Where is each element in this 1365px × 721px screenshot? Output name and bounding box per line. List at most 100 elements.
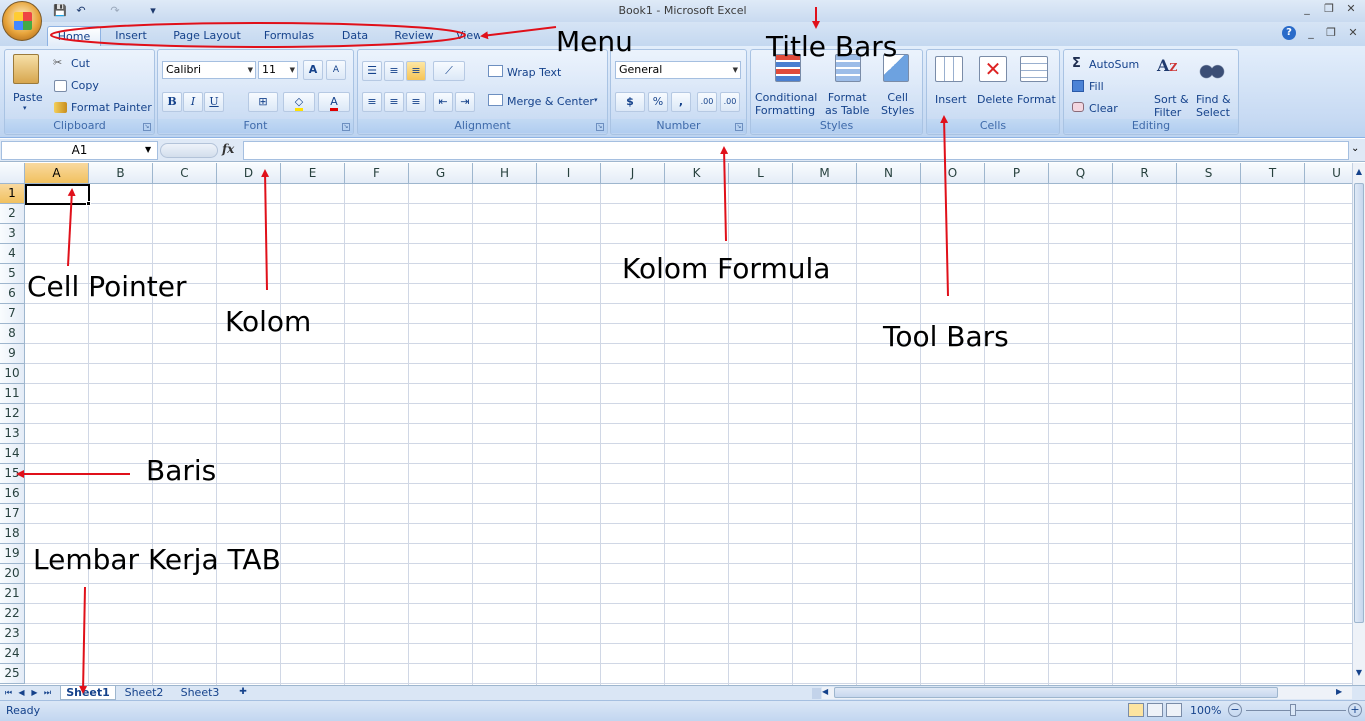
wrap-text-button[interactable]: Wrap Text xyxy=(507,66,561,79)
font-family-select[interactable]: Calibri ▼ xyxy=(162,61,256,79)
insert-function-icon[interactable]: fx xyxy=(222,142,234,156)
align-left-icon[interactable]: ≡ xyxy=(362,92,382,112)
row-header[interactable]: 10 xyxy=(0,364,25,384)
row-header[interactable]: 19 xyxy=(0,544,25,564)
office-button[interactable] xyxy=(2,1,42,41)
zoom-slider-thumb[interactable] xyxy=(1290,704,1296,716)
alignment-launcher-icon[interactable]: ↘ xyxy=(596,123,604,131)
undo-icon[interactable]: ↶ xyxy=(73,3,89,18)
tab-review[interactable]: Review xyxy=(390,26,438,46)
row-header[interactable]: 5 xyxy=(0,264,25,284)
row-header[interactable]: 8 xyxy=(0,324,25,344)
decrease-indent-icon[interactable]: ⇤ xyxy=(433,92,453,112)
formula-input[interactable] xyxy=(243,141,1349,160)
column-header[interactable]: I xyxy=(537,163,601,184)
row-header[interactable]: 13 xyxy=(0,424,25,444)
expand-formula-icon[interactable]: ⌄ xyxy=(1351,143,1359,154)
prev-sheet-icon[interactable]: ◀ xyxy=(16,687,27,699)
clipboard-launcher-icon[interactable]: ↘ xyxy=(143,123,151,131)
row-header[interactable]: 24 xyxy=(0,644,25,664)
close-window-button[interactable]: ✕ xyxy=(1340,2,1362,18)
sheet-tab-sheet1[interactable]: Sheet1 xyxy=(60,686,116,700)
row-header[interactable]: 14 xyxy=(0,444,25,464)
tab-home[interactable]: Home xyxy=(47,26,101,46)
conditional-formatting-button[interactable]: Conditional Formatting xyxy=(755,91,817,117)
vertical-scrollbar[interactable]: ▲ ▼ xyxy=(1352,163,1365,685)
select-all-button[interactable] xyxy=(0,163,25,184)
format-painter-button[interactable]: Format Painter xyxy=(71,101,152,114)
column-header[interactable]: U xyxy=(1305,163,1352,184)
column-header[interactable]: S xyxy=(1177,163,1241,184)
vertical-scroll-thumb[interactable] xyxy=(1354,183,1364,623)
font-size-select[interactable]: 11 ▼ xyxy=(258,61,298,79)
horizontal-scrollbar[interactable]: ◀ ▶ xyxy=(822,687,1352,699)
close-workbook-button[interactable]: ✕ xyxy=(1342,26,1364,42)
increase-indent-icon[interactable]: ⇥ xyxy=(455,92,475,112)
page-layout-view-icon[interactable] xyxy=(1147,703,1163,717)
column-header[interactable]: L xyxy=(729,163,793,184)
comma-button[interactable]: , xyxy=(671,92,691,112)
formula-bar-grip[interactable] xyxy=(160,143,218,158)
minimize-workbook-button[interactable]: _ xyxy=(1300,26,1322,42)
row-header[interactable]: 1 xyxy=(0,184,25,204)
minimize-window-button[interactable]: _ xyxy=(1296,2,1318,18)
row-header[interactable]: 3 xyxy=(0,224,25,244)
row-header[interactable]: 11 xyxy=(0,384,25,404)
bottom-align-icon[interactable]: ≡ xyxy=(406,61,426,81)
underline-button[interactable]: U xyxy=(204,92,224,112)
column-header[interactable]: H xyxy=(473,163,537,184)
column-header[interactable]: M xyxy=(793,163,857,184)
row-header[interactable]: 22 xyxy=(0,604,25,624)
align-center-icon[interactable]: ≡ xyxy=(384,92,404,112)
fill-handle[interactable] xyxy=(86,201,91,206)
tab-page-layout[interactable]: Page Layout xyxy=(170,26,244,46)
tab-formulas[interactable]: Formulas xyxy=(260,26,318,46)
paste-button[interactable]: Paste xyxy=(13,91,43,104)
currency-button[interactable]: $ xyxy=(615,92,645,112)
sheet-tab-sheet3[interactable]: Sheet3 xyxy=(174,686,226,700)
column-header[interactable]: B xyxy=(89,163,153,184)
tab-split-handle[interactable] xyxy=(812,688,821,699)
delete-cells-button[interactable]: Delete xyxy=(977,93,1013,106)
percent-button[interactable]: % xyxy=(648,92,668,112)
column-header[interactable]: T xyxy=(1241,163,1305,184)
format-cells-button[interactable]: Format xyxy=(1017,93,1056,106)
insert-sheet-icon[interactable]: ✚ xyxy=(232,686,254,700)
name-box-dropdown-icon[interactable]: ▼ xyxy=(145,145,151,154)
row-header[interactable]: 4 xyxy=(0,244,25,264)
row-header[interactable]: 9 xyxy=(0,344,25,364)
column-header[interactable]: Q xyxy=(1049,163,1113,184)
top-align-icon[interactable]: ☰ xyxy=(362,61,382,81)
copy-button[interactable]: Copy xyxy=(71,79,99,92)
find-select-button[interactable]: Find & Select xyxy=(1196,93,1231,119)
tab-view[interactable]: View xyxy=(456,26,480,46)
row-header[interactable]: 25 xyxy=(0,664,25,684)
cell-styles-button[interactable]: Cell Styles xyxy=(881,91,914,117)
sort-filter-button[interactable]: Sort & Filter xyxy=(1154,93,1189,119)
clear-button[interactable]: Clear xyxy=(1089,102,1118,115)
row-header[interactable]: 23 xyxy=(0,624,25,644)
fill-button[interactable]: Fill xyxy=(1089,80,1104,93)
fill-color-button[interactable]: ◇ xyxy=(283,92,315,112)
column-header[interactable]: G xyxy=(409,163,473,184)
paste-dropdown-icon[interactable]: ▾ xyxy=(23,104,27,112)
number-launcher-icon[interactable]: ↘ xyxy=(735,123,743,131)
column-header[interactable]: O xyxy=(921,163,985,184)
row-header[interactable]: 20 xyxy=(0,564,25,584)
cell-pointer[interactable] xyxy=(25,184,90,205)
column-header[interactable]: A xyxy=(25,163,89,184)
autosum-button[interactable]: AutoSum xyxy=(1089,58,1139,71)
column-header[interactable]: P xyxy=(985,163,1049,184)
zoom-level[interactable]: 100% xyxy=(1190,704,1221,717)
redo-icon[interactable]: ↷ xyxy=(107,3,123,18)
row-header[interactable]: 7 xyxy=(0,304,25,324)
insert-cells-button[interactable]: Insert xyxy=(935,93,967,106)
zoom-out-icon[interactable]: − xyxy=(1228,703,1242,717)
scroll-up-icon[interactable]: ▲ xyxy=(1354,167,1364,180)
row-header[interactable]: 21 xyxy=(0,584,25,604)
merge-dropdown-icon[interactable]: ▾ xyxy=(594,96,598,104)
help-icon[interactable]: ? xyxy=(1282,26,1296,40)
format-as-table-button[interactable]: Format as Table xyxy=(825,91,869,117)
row-header[interactable]: 12 xyxy=(0,404,25,424)
row-header[interactable]: 2 xyxy=(0,204,25,224)
